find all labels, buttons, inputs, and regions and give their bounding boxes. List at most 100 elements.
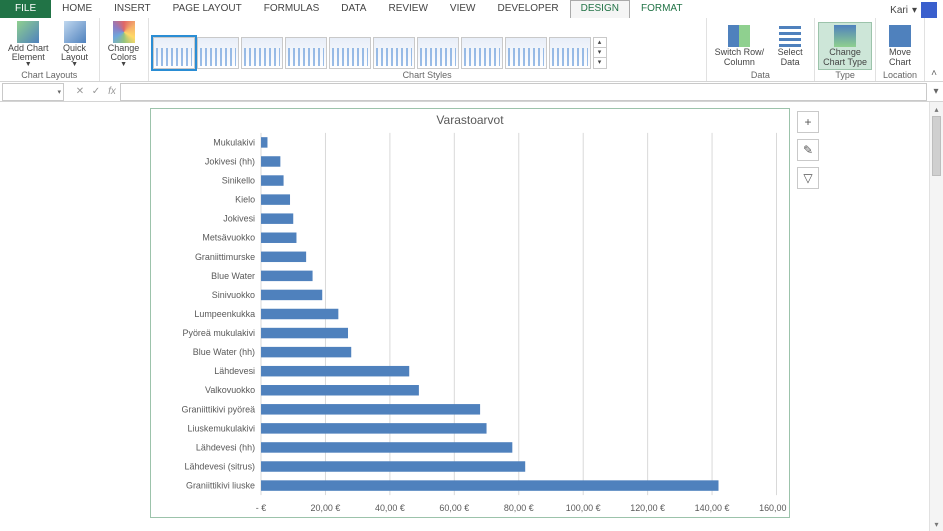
name-box[interactable]: ▾ — [2, 83, 64, 101]
gallery-up-button[interactable]: ▴ — [594, 38, 606, 48]
category-label: Lumpeenkukka — [194, 309, 255, 319]
tab-insert[interactable]: INSERT — [103, 0, 162, 18]
move-chart-label: MoveChart — [889, 48, 911, 67]
bar[interactable] — [261, 137, 267, 147]
bar[interactable] — [261, 404, 480, 414]
chart-filters-button[interactable]: ▽ — [797, 167, 819, 189]
category-label: Mukulakivi — [213, 137, 255, 147]
palette-icon — [113, 21, 135, 43]
bar[interactable] — [261, 156, 280, 166]
change-chart-type-button[interactable]: ChangeChart Type — [819, 23, 871, 69]
x-tick-label: 160,00 € — [759, 503, 789, 513]
group-change-colors: ChangeColors ▼ — [100, 18, 149, 81]
x-tick-label: 60,00 € — [439, 503, 469, 513]
chevron-down-icon: ▾ — [57, 88, 61, 96]
worksheet[interactable]: Varastoarvot - €20,00 €40,00 €60,00 €80,… — [0, 102, 943, 531]
bar[interactable] — [261, 328, 348, 338]
select-data-label: SelectData — [778, 48, 803, 67]
bar[interactable] — [261, 461, 525, 471]
chart-styles-button[interactable]: ✎ — [797, 139, 819, 161]
chart-style-thumb[interactable] — [197, 37, 239, 69]
tab-data[interactable]: DATA — [330, 0, 377, 18]
chart-floating-tools: + ✎ ▽ — [797, 111, 819, 189]
add-chart-element-button[interactable]: Add ChartElement ▼ — [4, 19, 53, 69]
x-tick-label: 100,00 € — [566, 503, 601, 513]
bar[interactable] — [261, 194, 290, 204]
x-tick-label: 80,00 € — [504, 503, 534, 513]
group-label — [104, 69, 144, 80]
tab-view[interactable]: VIEW — [439, 0, 487, 18]
bar[interactable] — [261, 309, 338, 319]
scroll-track[interactable] — [930, 116, 943, 517]
move-chart-button[interactable]: MoveChart — [880, 23, 920, 69]
account-menu[interactable]: Kari ▾ — [884, 0, 943, 18]
bar[interactable] — [261, 175, 284, 185]
cancel-formula-button[interactable]: ✕ — [72, 86, 88, 97]
x-tick-label: 20,00 € — [311, 503, 341, 513]
chart-style-thumb[interactable] — [373, 37, 415, 69]
chart-style-thumb[interactable] — [153, 37, 195, 69]
chart-plot[interactable]: - €20,00 €40,00 €60,00 €80,00 €100,00 €1… — [151, 109, 789, 517]
group-label: Location — [880, 69, 920, 80]
bar[interactable] — [261, 480, 718, 490]
chevron-down-icon: ▼ — [71, 63, 78, 67]
tab-format[interactable]: FORMAT — [630, 0, 693, 18]
select-data-button[interactable]: SelectData — [770, 23, 810, 69]
bar[interactable] — [261, 366, 409, 376]
chart-style-thumb[interactable] — [505, 37, 547, 69]
quick-layout-icon — [64, 21, 86, 43]
scroll-up-button[interactable]: ▴ — [930, 102, 943, 116]
chart-style-thumb[interactable] — [549, 37, 591, 69]
bar[interactable] — [261, 232, 296, 242]
quick-layout-button[interactable]: QuickLayout ▼ — [55, 19, 95, 69]
scroll-down-button[interactable]: ▾ — [930, 517, 943, 531]
bar[interactable] — [261, 347, 351, 357]
tab-design[interactable]: DESIGN — [570, 0, 630, 18]
vertical-scrollbar[interactable]: ▴ ▾ — [929, 102, 943, 531]
collapse-ribbon-button[interactable]: ˄ — [925, 18, 943, 81]
gallery-down-button[interactable]: ▾ — [594, 48, 606, 58]
enter-formula-button[interactable]: ✓ — [88, 86, 104, 97]
chart-style-thumb[interactable] — [241, 37, 283, 69]
bar[interactable] — [261, 290, 322, 300]
tab-developer[interactable]: DEVELOPER — [486, 0, 569, 18]
x-tick-label: 140,00 € — [695, 503, 730, 513]
tab-formulas[interactable]: FORMULAS — [253, 0, 331, 18]
category-label: Graniittikivi liuske — [186, 481, 255, 491]
expand-formula-bar-button[interactable]: ▾ — [929, 86, 943, 97]
add-chart-element-icon — [17, 21, 39, 43]
ribbon: Add ChartElement ▼ QuickLayout ▼ Chart L… — [0, 18, 943, 82]
bar[interactable] — [261, 213, 293, 223]
tab-home[interactable]: HOME — [51, 0, 103, 18]
chart-elements-button[interactable]: + — [797, 111, 819, 133]
formula-bar: ▾ ✕ ✓ fx ▾ — [0, 82, 943, 102]
category-label: Pyöreä mukulakivi — [183, 328, 256, 338]
category-label: Sinikello — [222, 176, 255, 186]
chart-style-thumb[interactable] — [285, 37, 327, 69]
bar[interactable] — [261, 271, 313, 281]
gallery-more-button[interactable]: ▾ — [594, 58, 606, 68]
category-label: Jokivesi — [223, 214, 255, 224]
change-colors-button[interactable]: ChangeColors ▼ — [104, 19, 144, 69]
chart-styles-gallery: ▴ ▾ ▾ — [153, 35, 702, 69]
chart-style-thumb[interactable] — [417, 37, 459, 69]
switch-row-column-button[interactable]: Switch Row/Column — [711, 23, 769, 69]
chart-style-thumb[interactable] — [329, 37, 371, 69]
bar[interactable] — [261, 385, 419, 395]
bar[interactable] — [261, 252, 306, 262]
formula-input[interactable] — [120, 83, 927, 101]
tab-file[interactable]: FILE — [0, 0, 51, 18]
chart-style-thumb[interactable] — [461, 37, 503, 69]
bar[interactable] — [261, 423, 487, 433]
fx-button[interactable]: fx — [104, 86, 120, 97]
category-label: Kielo — [235, 195, 255, 205]
add-chart-element-label: Add ChartElement — [8, 44, 49, 63]
chart-object[interactable]: Varastoarvot - €20,00 €40,00 €60,00 €80,… — [150, 108, 790, 518]
bar[interactable] — [261, 442, 512, 452]
avatar — [921, 2, 937, 18]
tab-review[interactable]: REVIEW — [377, 0, 438, 18]
category-label: Lähdevesi — [214, 366, 255, 376]
tab-page-layout[interactable]: PAGE LAYOUT — [162, 0, 253, 18]
switch-icon — [728, 25, 750, 47]
scroll-thumb[interactable] — [932, 116, 941, 176]
